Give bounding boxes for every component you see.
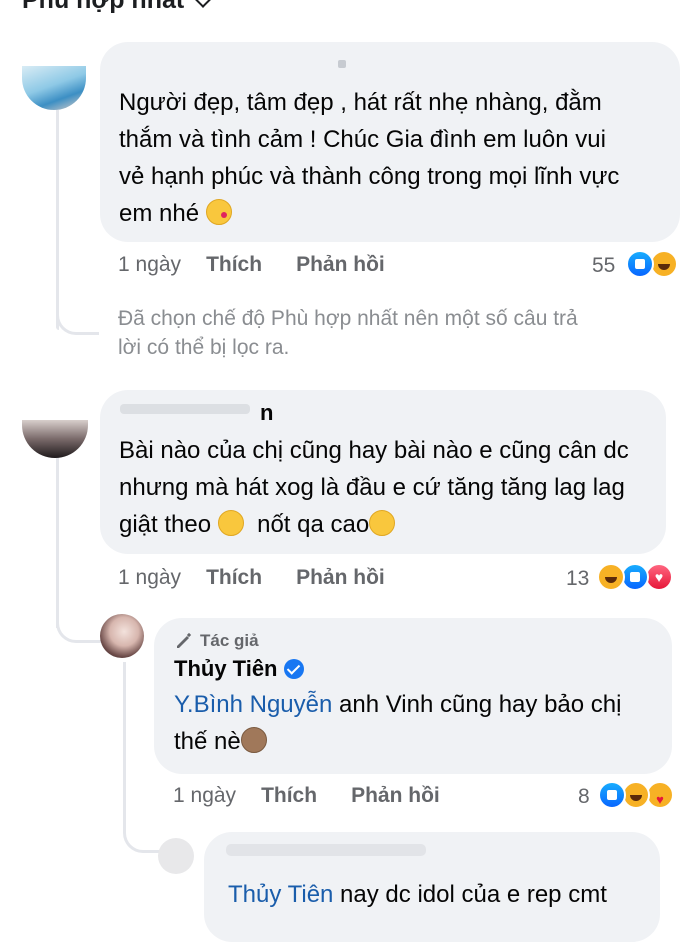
reaction-icons[interactable]: ♥	[597, 563, 683, 593]
author-avatar[interactable]	[100, 614, 144, 658]
reply-button[interactable]: Phản hồi	[296, 566, 385, 590]
love-reaction-icon: ♥	[645, 563, 673, 591]
avatar[interactable]	[22, 66, 86, 110]
comment-text: Người đẹp, tâm đẹp , hát rất nhẹ nhàng, …	[119, 89, 620, 227]
reply-button[interactable]: Phản hồi	[296, 253, 385, 277]
mention-link[interactable]: Thủy Tiên	[228, 881, 333, 908]
reaction-count[interactable]: 8	[578, 785, 590, 809]
sort-selector[interactable]: Phù hợp nhất	[22, 0, 214, 15]
filter-note: Đã chọn chế độ Phù hợp nhất nên một số c…	[118, 307, 578, 359]
care-reaction-icon: ♥	[646, 781, 674, 809]
reaction-count[interactable]: 13	[566, 567, 589, 591]
thread-line	[123, 662, 126, 832]
see-no-evil-monkey-emoji-icon	[240, 727, 267, 753]
author-badge: Tác giả	[174, 631, 259, 651]
thread-connector	[123, 810, 160, 853]
like-reaction-icon	[621, 563, 649, 591]
like-button[interactable]: Thích	[261, 784, 317, 808]
reply-button[interactable]: Phản hồi	[351, 784, 440, 808]
sort-label: Phù hợp nhất	[22, 0, 185, 14]
haha-reaction-icon	[622, 781, 650, 809]
author-name: n	[260, 400, 274, 425]
thread-connector	[56, 300, 99, 335]
reaction-icons[interactable]	[626, 250, 686, 280]
author-name-fragment	[338, 60, 346, 68]
like-reaction-icon	[598, 781, 626, 809]
author-name[interactable]: Thủy Tiên	[174, 656, 304, 682]
comment-meta: 1 ngày Thích Phản hồi	[118, 566, 385, 590]
verified-badge-icon	[283, 659, 304, 679]
like-button[interactable]: Thích	[206, 566, 262, 590]
grinning-emoji-icon	[369, 510, 396, 536]
pencil-icon	[177, 632, 192, 648]
reaction-count[interactable]: 55	[592, 254, 615, 278]
like-button[interactable]: Thích	[206, 253, 262, 277]
haha-reaction-icon	[650, 250, 678, 278]
like-reaction-icon	[626, 250, 654, 278]
mention-link[interactable]: Y.Bình Nguyễn	[174, 691, 332, 718]
comment-text: Bài nào của chị cũng hay bài nào e cũng …	[119, 437, 629, 538]
chevron-down-icon	[193, 0, 214, 8]
author-name-fragment	[226, 844, 426, 856]
timestamp: 1 ngày	[118, 566, 182, 589]
timestamp: 1 ngày	[173, 784, 237, 807]
comment-meta: 1 ngày Thích Phản hồi	[118, 253, 385, 277]
timestamp: 1 ngày	[118, 253, 182, 276]
avatar[interactable]	[22, 420, 88, 458]
thread-connector	[56, 600, 103, 643]
thread-line	[56, 110, 59, 330]
reply-text: Thủy Tiên nay dc idol của e rep cmt	[228, 881, 607, 908]
tears-of-joy-emoji-icon	[217, 510, 244, 536]
reaction-icons[interactable]: ♥	[598, 781, 684, 811]
reply-meta: 1 ngày Thích Phản hồi	[173, 784, 440, 808]
reply-text: Y.Bình Nguyễn anh Vinh cũng hay bảo chị …	[174, 691, 622, 755]
kiss-emoji-icon	[205, 199, 232, 225]
haha-reaction-icon	[597, 563, 625, 591]
author-name-fragment	[120, 404, 250, 414]
avatar[interactable]	[158, 838, 194, 874]
